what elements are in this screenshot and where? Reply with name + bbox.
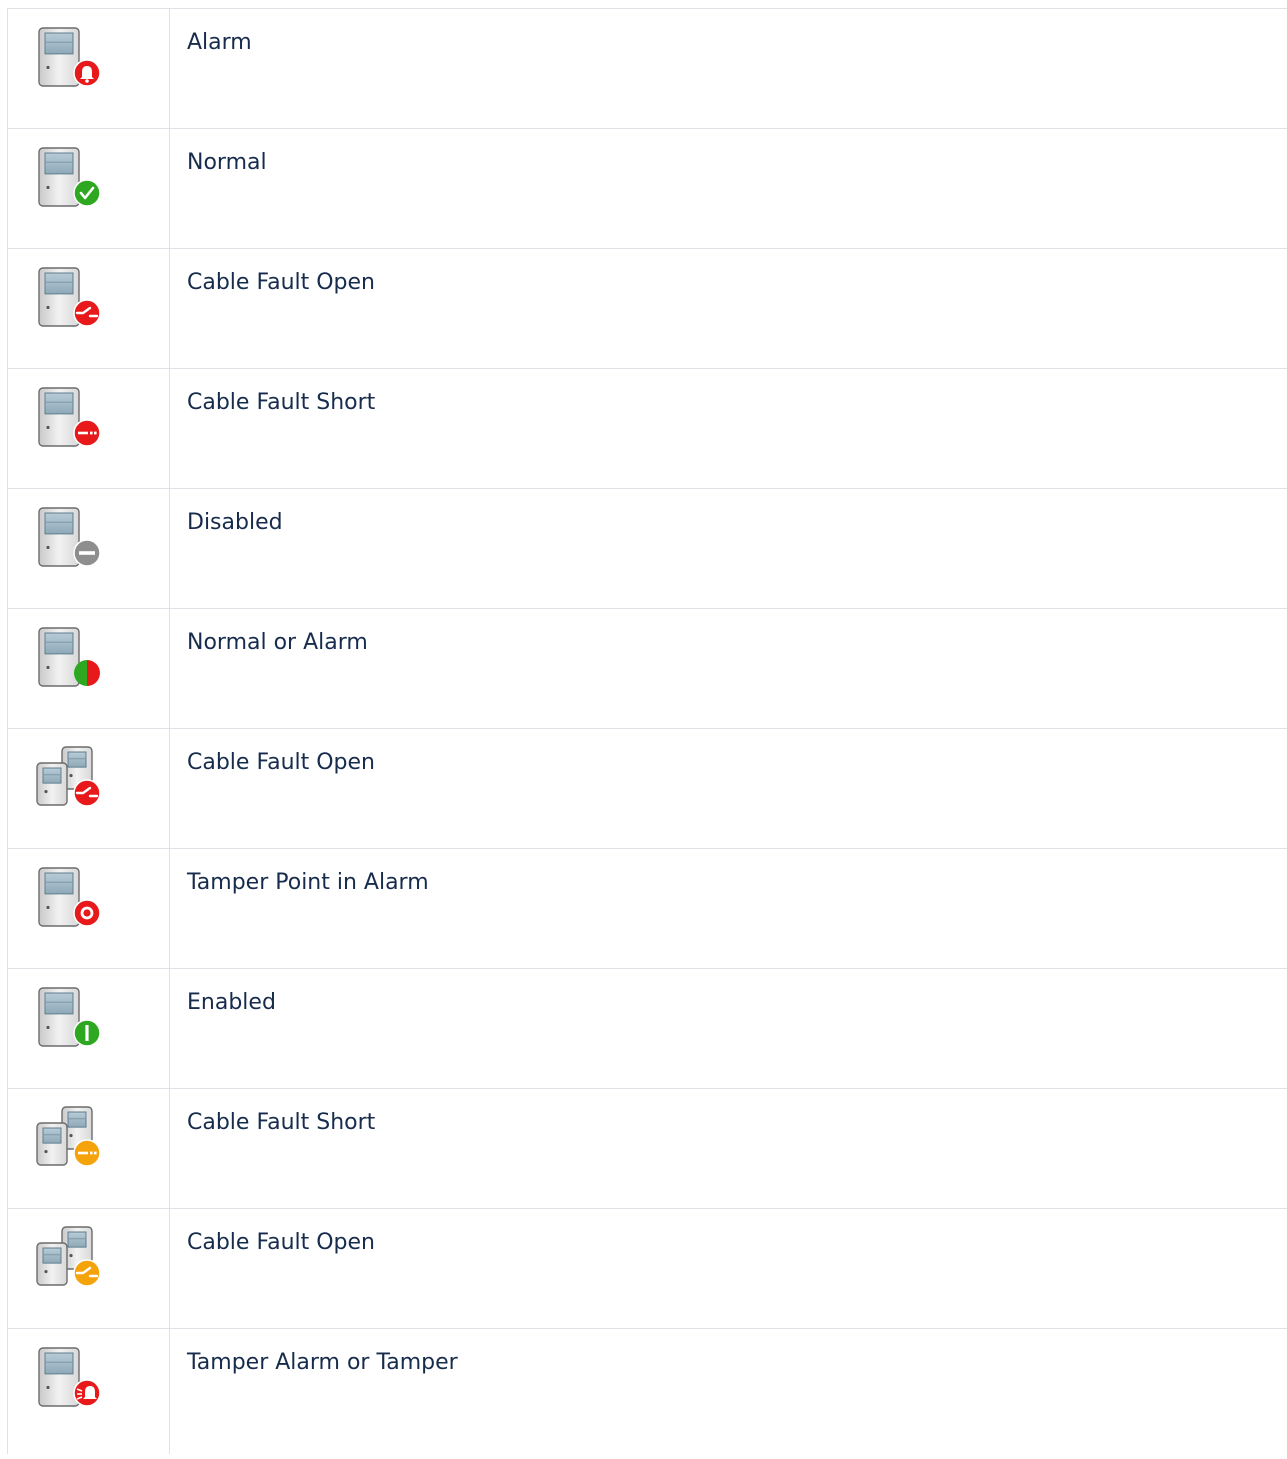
- status-label: Cable Fault Open: [187, 750, 375, 775]
- table-row: Cable Fault Open: [7, 248, 1287, 369]
- icon-cell: [7, 848, 170, 969]
- label-cell: Cable Fault Open: [169, 248, 1287, 369]
- status-label: Enabled: [187, 990, 276, 1015]
- device-tamper-point-alarm-icon: [32, 865, 104, 937]
- status-label: Tamper Point in Alarm: [187, 870, 429, 895]
- status-label: Tamper Alarm or Tamper: [187, 1350, 458, 1375]
- label-cell: Alarm: [169, 8, 1287, 129]
- icon-cell: [7, 488, 170, 609]
- device-tamper-alarm-icon: [32, 1345, 104, 1417]
- icon-cell: [7, 248, 170, 369]
- status-label: Cable Fault Short: [187, 1110, 376, 1135]
- devices-cable-fault-open-warning-icon: [32, 1225, 104, 1297]
- table-row: Alarm: [7, 8, 1287, 129]
- table-row: Tamper Point in Alarm: [7, 848, 1287, 969]
- table-row: Tamper Alarm or Tamper: [7, 1328, 1287, 1454]
- icon-cell: [7, 368, 170, 489]
- table-row: Cable Fault Open: [7, 728, 1287, 849]
- device-cable-fault-short-icon: [32, 385, 104, 457]
- device-cable-fault-open-icon: [32, 265, 104, 337]
- label-cell: Tamper Alarm or Tamper: [169, 1328, 1287, 1454]
- device-enabled-icon: [32, 985, 104, 1057]
- table-row: Enabled: [7, 968, 1287, 1089]
- label-cell: Normal or Alarm: [169, 608, 1287, 729]
- label-cell: Disabled: [169, 488, 1287, 609]
- label-cell: Tamper Point in Alarm: [169, 848, 1287, 969]
- icon-cell: [7, 8, 170, 129]
- label-cell: Cable Fault Short: [169, 368, 1287, 489]
- icon-cell: [7, 1328, 170, 1454]
- status-legend-table: Alarm Normal Cable Fault Open Cable Faul…: [7, 8, 1287, 1454]
- table-row: Normal: [7, 128, 1287, 249]
- icon-cell: [7, 1208, 170, 1329]
- status-label: Cable Fault Open: [187, 270, 375, 295]
- device-disabled-icon: [32, 505, 104, 577]
- table-row: Disabled: [7, 488, 1287, 609]
- table-row: Cable Fault Short: [7, 368, 1287, 489]
- label-cell: Cable Fault Short: [169, 1088, 1287, 1209]
- icon-cell: [7, 608, 170, 729]
- label-cell: Enabled: [169, 968, 1287, 1089]
- label-cell: Cable Fault Open: [169, 728, 1287, 849]
- devices-cable-fault-open-icon: [32, 745, 104, 817]
- status-label: Alarm: [187, 30, 252, 55]
- table-row: Cable Fault Short: [7, 1088, 1287, 1209]
- status-label: Cable Fault Short: [187, 390, 376, 415]
- status-label: Cable Fault Open: [187, 1230, 375, 1255]
- devices-cable-fault-short-icon: [32, 1105, 104, 1177]
- device-normal-icon: [32, 145, 104, 217]
- status-label: Disabled: [187, 510, 283, 535]
- table-row: Normal or Alarm: [7, 608, 1287, 729]
- label-cell: Cable Fault Open: [169, 1208, 1287, 1329]
- icon-cell: [7, 1088, 170, 1209]
- status-label: Normal or Alarm: [187, 630, 368, 655]
- icon-cell: [7, 728, 170, 849]
- status-label: Normal: [187, 150, 267, 175]
- icon-cell: [7, 968, 170, 1089]
- device-normal-or-alarm-icon: [32, 625, 104, 697]
- icon-cell: [7, 128, 170, 249]
- device-alarm-icon: [32, 25, 104, 97]
- label-cell: Normal: [169, 128, 1287, 249]
- table-row: Cable Fault Open: [7, 1208, 1287, 1329]
